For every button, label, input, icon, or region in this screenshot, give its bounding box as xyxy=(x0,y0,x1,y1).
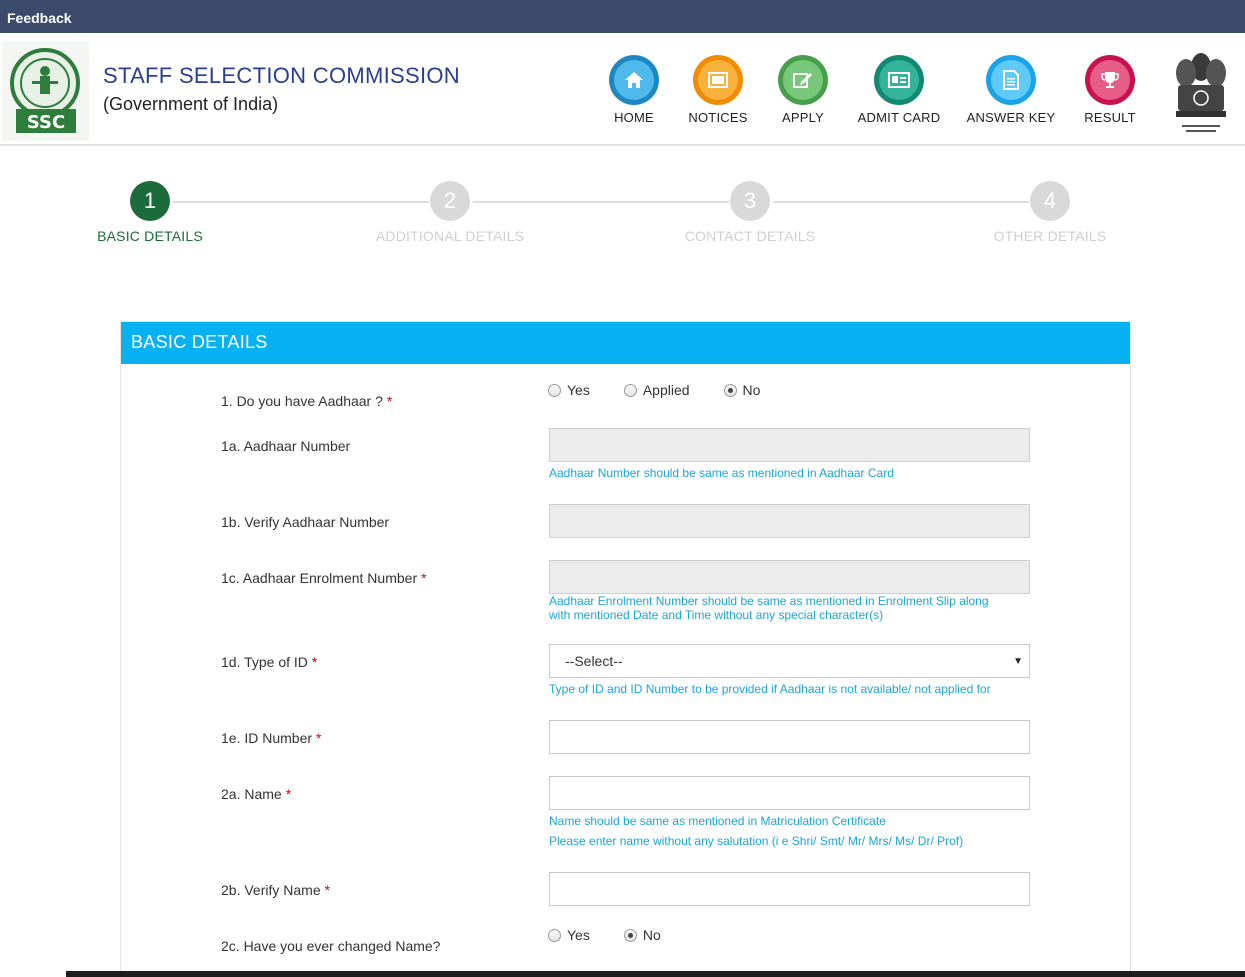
id-number-label: 1e. ID Number * xyxy=(221,730,322,746)
admit-card-icon xyxy=(879,60,919,100)
nav-admit-card[interactable]: ADMIT CARD xyxy=(844,55,954,125)
organization-subtitle: (Government of India) xyxy=(103,94,279,114)
enrolment-number-hint: Aadhaar Enrolment Number should be same … xyxy=(549,594,989,622)
step-number: 1 xyxy=(130,181,170,221)
nav-answer-key[interactable]: ANSWER KEY xyxy=(956,55,1066,125)
bottom-scrollbar[interactable] xyxy=(66,971,1245,977)
nav-answer-key-label: ANSWER KEY xyxy=(966,110,1056,125)
trophy-icon xyxy=(1090,60,1130,100)
changed-name-radio-group: Yes No xyxy=(548,927,695,943)
aadhaar-number-input[interactable] xyxy=(549,428,1030,462)
nav-apply[interactable]: APPLY xyxy=(748,55,858,125)
step-basic-details[interactable]: 1 BASIC DETAILS xyxy=(60,181,240,244)
notices-icon xyxy=(698,60,738,100)
organization-title: STAFF SELECTION COMMISSION xyxy=(103,63,460,88)
type-of-id-select[interactable]: --Select-- ▼ xyxy=(549,644,1030,678)
basic-details-panel: BASIC DETAILS 1. Do you have Aadhaar ? * … xyxy=(120,321,1131,977)
chevron-down-icon: ▼ xyxy=(1013,655,1023,667)
enrolment-number-input[interactable] xyxy=(549,560,1030,594)
step-label: ADDITIONAL DETAILS xyxy=(375,228,525,244)
section-title: BASIC DETAILS xyxy=(121,322,1130,364)
nav-result[interactable]: RESULT xyxy=(1055,55,1165,125)
step-additional-details[interactable]: 2 ADDITIONAL DETAILS xyxy=(360,181,540,244)
verify-aadhaar-label: 1b. Verify Aadhaar Number xyxy=(221,514,390,530)
step-label: BASIC DETAILS xyxy=(97,228,203,244)
aadhaar-yes-radio[interactable]: Yes xyxy=(548,382,590,398)
id-number-input[interactable] xyxy=(549,720,1030,754)
aadhaar-number-hint: Aadhaar Number should be same as mention… xyxy=(549,466,894,480)
aadhaar-applied-radio[interactable]: Applied xyxy=(623,382,690,398)
aadhaar-question-label: 1. Do you have Aadhaar ? * xyxy=(221,393,393,409)
step-contact-details[interactable]: 3 CONTACT DETAILS xyxy=(660,181,840,244)
name-input[interactable] xyxy=(549,776,1030,810)
verify-name-input[interactable] xyxy=(549,872,1030,906)
nav-admit-card-label: ADMIT CARD xyxy=(857,110,941,125)
svg-text:SSC: SSC xyxy=(27,112,65,133)
aadhaar-radio-group: Yes Applied No xyxy=(548,382,794,398)
top-bar: Feedback xyxy=(0,0,1245,33)
verify-aadhaar-input[interactable] xyxy=(549,504,1030,538)
nav-apply-label: APPLY xyxy=(782,110,824,125)
step-number: 2 xyxy=(430,181,470,221)
apply-edit-icon xyxy=(783,60,823,100)
changed-name-label: 2c. Have you ever changed Name? xyxy=(221,938,441,954)
national-emblem-icon xyxy=(1170,45,1232,137)
name-salutation-hint: Please enter name without any salutation… xyxy=(549,834,964,848)
verify-name-label: 2b. Verify Name * xyxy=(221,882,331,898)
step-number: 4 xyxy=(1030,181,1070,221)
ssc-logo-icon[interactable]: SSC xyxy=(2,41,89,141)
enrolment-number-label: 1c. Aadhaar Enrolment Number * xyxy=(221,570,427,586)
step-other-details[interactable]: 4 OTHER DETAILS xyxy=(960,181,1140,244)
home-icon xyxy=(614,60,654,100)
changed-name-yes-radio[interactable]: Yes xyxy=(548,927,590,943)
aadhaar-number-label: 1a. Aadhaar Number xyxy=(221,438,351,454)
type-of-id-selected: --Select-- xyxy=(565,653,623,669)
nav-result-label: RESULT xyxy=(1084,110,1136,125)
name-hint: Name should be same as mentioned in Matr… xyxy=(549,814,886,828)
step-label: CONTACT DETAILS xyxy=(684,228,816,244)
step-number: 3 xyxy=(730,181,770,221)
feedback-link[interactable]: Feedback xyxy=(7,10,72,26)
changed-name-no-radio[interactable]: No xyxy=(623,927,661,943)
step-label: OTHER DETAILS xyxy=(993,228,1107,244)
site-header: SSC STAFF SELECTION COMMISSION (Governme… xyxy=(0,33,1245,146)
name-label: 2a. Name * xyxy=(221,786,292,802)
type-of-id-label: 1d. Type of ID * xyxy=(221,654,318,670)
type-of-id-hint: Type of ID and ID Number to be provided … xyxy=(549,682,991,696)
aadhaar-no-radio[interactable]: No xyxy=(723,382,760,398)
answer-key-icon xyxy=(991,60,1031,100)
